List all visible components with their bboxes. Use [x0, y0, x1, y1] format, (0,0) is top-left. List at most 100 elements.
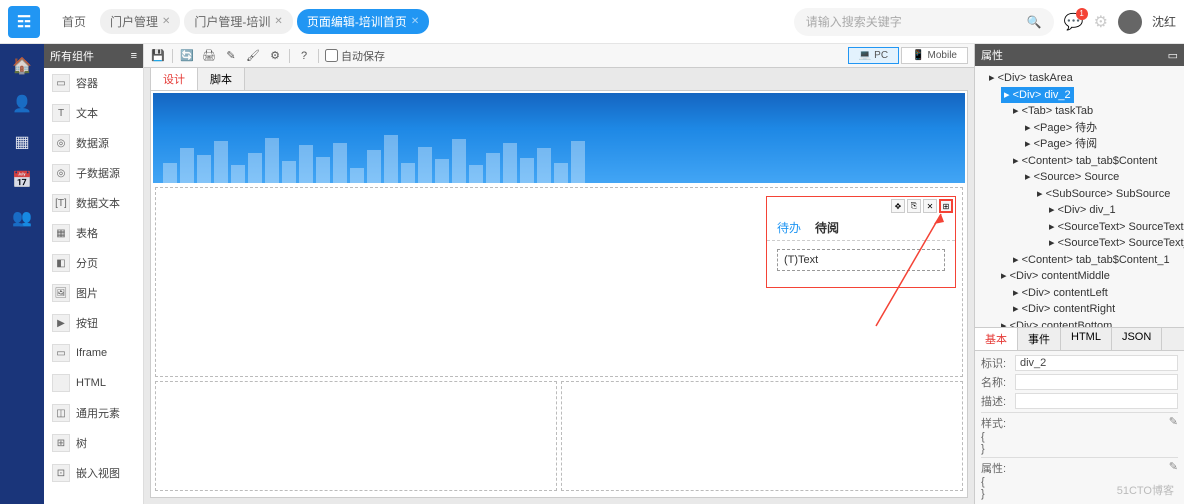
canvas-area: 💾 🔄 🖨 ✎ 🖌 ⚙ ? 自动保存 💻 PC 📱 Mobile 设计 脚本	[144, 44, 974, 504]
palette-item[interactable]: ▭ 容器	[44, 68, 143, 98]
component-icon: ⊡	[52, 464, 70, 482]
close-icon[interactable]: ✕	[411, 16, 419, 27]
search-input[interactable]: 请输入搜索关键字🔍	[794, 8, 1054, 36]
component-icon: ▦	[52, 224, 70, 242]
palette-item[interactable]: ⊞树	[44, 428, 143, 458]
config-icon[interactable]: ⊞	[939, 199, 953, 213]
tree-node[interactable]: ▸ <Page> 待阅	[977, 136, 1182, 153]
tree-node[interactable]: ▸ <Div> contentMiddle	[977, 268, 1182, 285]
close-icon[interactable]: ✕	[162, 16, 170, 27]
palette-item[interactable]: ◫通用元素	[44, 398, 143, 428]
grid-icon[interactable]: ▦	[12, 132, 32, 152]
name-field[interactable]	[1015, 374, 1178, 390]
prop-tab-html[interactable]: HTML	[1061, 328, 1112, 350]
component-label: 分页	[76, 255, 98, 271]
desc-label: 描述:	[981, 393, 1015, 409]
component-icon: [T]	[52, 194, 70, 212]
component-label: 数据文本	[76, 195, 120, 211]
palette-item[interactable]: ⊡嵌入视图	[44, 458, 143, 488]
tab-toread[interactable]: 待阅	[815, 219, 839, 236]
help-icon[interactable]: ?	[296, 48, 312, 64]
text-placeholder[interactable]: (T)Text	[777, 249, 945, 271]
tree-node[interactable]: ▸ <Div> contentLeft	[977, 285, 1182, 302]
refresh-icon[interactable]: 🔄	[179, 48, 195, 64]
collapse-icon[interactable]: ▭	[1168, 49, 1178, 62]
tab-training[interactable]: 门户管理-培训✕	[184, 9, 292, 34]
palette-item[interactable]: HTML	[44, 368, 143, 398]
palette-item[interactable]: ▭Iframe	[44, 338, 143, 368]
dom-tree[interactable]: ▸ <Div> taskArea▸ <Div> div_2▸ <Tab> tas…	[975, 66, 1184, 327]
palette-item[interactable]: 🖼图片	[44, 278, 143, 308]
edit-style-icon[interactable]: ✎	[1169, 415, 1178, 428]
menu-icon[interactable]: ≡	[131, 50, 137, 62]
tree-node[interactable]: ▸ <Div> div_1	[977, 202, 1182, 219]
person-add-icon[interactable]: 👥	[12, 208, 32, 228]
id-field[interactable]: div_2	[1015, 355, 1178, 371]
component-label: 容器	[76, 75, 98, 91]
tree-node[interactable]: ▸ <Tab> taskTab	[977, 103, 1182, 120]
device-mobile-button[interactable]: 📱 Mobile	[901, 47, 968, 64]
autosave-checkbox[interactable]: 自动保存	[325, 48, 385, 64]
close-icon[interactable]: ✕	[274, 16, 282, 27]
palette-item[interactable]: T文本	[44, 98, 143, 128]
prop-tab-json[interactable]: JSON	[1112, 328, 1162, 350]
layout-col-left[interactable]	[155, 381, 557, 491]
layout-row-top[interactable]: ✥ ⎘ ✕ ⊞ 待办 待阅 (T)Text	[155, 187, 963, 377]
device-pc-button[interactable]: 💻 PC	[848, 47, 899, 64]
palette-item[interactable]: ▦表格	[44, 218, 143, 248]
prop-tab-event[interactable]: 事件	[1018, 328, 1061, 350]
calendar-icon[interactable]: 📅	[12, 170, 32, 190]
avatar[interactable]	[1118, 10, 1142, 34]
tree-node[interactable]: ▸ <Content> tab_tab$Content	[977, 153, 1182, 170]
component-icon: ▭	[52, 74, 70, 92]
tab-page-editor[interactable]: 页面编辑-培训首页✕	[297, 9, 429, 34]
palette-item[interactable]: [T] 数据文本	[44, 188, 143, 218]
delete-icon[interactable]: ✕	[923, 199, 937, 213]
breadcrumb-tabs: 首页 门户管理✕ 门户管理-培训✕ 页面编辑-培训首页✕	[52, 9, 429, 34]
component-icon: ▭	[52, 344, 70, 362]
tab-script[interactable]: 脚本	[197, 67, 245, 90]
tab-design[interactable]: 设计	[150, 67, 198, 90]
tree-node[interactable]: ▸ <Source> Source	[977, 169, 1182, 186]
tab-todo[interactable]: 待办	[777, 219, 801, 236]
prop-tab-basic[interactable]: 基本	[975, 328, 1018, 350]
brush-icon[interactable]: 🖌	[245, 48, 261, 64]
notification-icon[interactable]: 💬1	[1064, 12, 1084, 32]
edit-attr-icon[interactable]: ✎	[1169, 460, 1178, 473]
design-canvas[interactable]: ✥ ⎘ ✕ ⊞ 待办 待阅 (T)Text	[150, 90, 968, 498]
tree-node[interactable]: ▸ <Div> contentRight	[977, 301, 1182, 318]
palette-item[interactable]: ◧分页	[44, 248, 143, 278]
home-icon[interactable]: 🏠	[12, 56, 32, 76]
copy-icon[interactable]: ⎘	[907, 199, 921, 213]
tree-node[interactable]: ▸ <Page> 待办	[977, 120, 1182, 137]
gear-icon[interactable]: ⚙	[267, 48, 283, 64]
print-icon[interactable]: 🖨	[201, 48, 217, 64]
palette-item[interactable]: ◎数据源	[44, 128, 143, 158]
settings-icon[interactable]: ⚙	[1094, 12, 1108, 32]
layout-col-right[interactable]	[561, 381, 963, 491]
app-logo[interactable]: ☶	[8, 6, 40, 38]
component-label: 图片	[76, 285, 98, 301]
component-label: 通用元素	[76, 405, 120, 421]
palette-item[interactable]: ◎子数据源	[44, 158, 143, 188]
tree-node[interactable]: ▸ <Div> contentBottom	[977, 318, 1182, 328]
tab-portal[interactable]: 门户管理✕	[100, 9, 180, 34]
tree-node[interactable]: ▸ <SourceText> SourceText_1	[977, 235, 1182, 252]
palette-item[interactable]: ▶按钮	[44, 308, 143, 338]
tree-node[interactable]: ▸ <SubSource> SubSource	[977, 186, 1182, 203]
tree-node[interactable]: ▸ <Content> tab_tab$Content_1	[977, 252, 1182, 269]
edit-icon[interactable]: ✎	[223, 48, 239, 64]
username: 沈红	[1152, 13, 1176, 30]
tree-node[interactable]: ▸ <SourceText> SourceText	[977, 219, 1182, 236]
component-icon: T	[52, 104, 70, 122]
user-icon[interactable]: 👤	[12, 94, 32, 114]
save-icon[interactable]: 💾	[150, 48, 166, 64]
selected-widget[interactable]: ✥ ⎘ ✕ ⊞ 待办 待阅 (T)Text	[766, 196, 956, 288]
desc-field[interactable]	[1015, 393, 1178, 409]
move-icon[interactable]: ✥	[891, 199, 905, 213]
tab-home[interactable]: 首页	[52, 9, 96, 34]
component-label: 树	[76, 435, 87, 451]
component-label: 数据源	[76, 135, 109, 151]
tree-node[interactable]: ▸ <Div> taskArea	[977, 70, 1182, 87]
tree-node[interactable]: ▸ <Div> div_2	[1001, 87, 1074, 104]
